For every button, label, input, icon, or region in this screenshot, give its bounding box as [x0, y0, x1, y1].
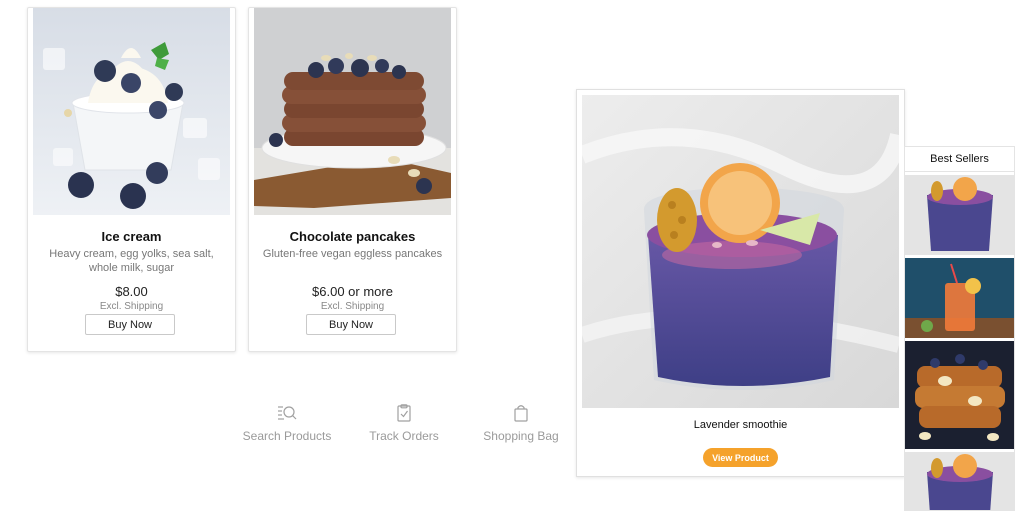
best-seller-thumb-french-toast[interactable]	[905, 341, 1014, 449]
best-sellers-panel: Best Sellers	[904, 146, 1015, 511]
product-price: $6.00 or more	[312, 284, 393, 299]
product-card-ice-cream: Ice cream Heavy cream, egg yolks, sea sa…	[27, 7, 236, 352]
product-card-chocolate-pancakes: Chocolate pancakes Gluten-free vegan egg…	[248, 7, 457, 352]
nav-label: Search Products	[242, 429, 332, 443]
shipping-note: Excl. Shipping	[320, 301, 385, 312]
view-product-button[interactable]: View Product	[703, 448, 778, 467]
buy-now-button[interactable]: Buy Now	[306, 314, 396, 335]
nav-label: Shopping Bag	[483, 429, 559, 443]
product-price: $8.00	[115, 284, 148, 299]
product-name: Ice cream	[101, 229, 162, 244]
shopping-bag-link[interactable]: Shopping Bag	[466, 404, 576, 445]
featured-product-name: Lavender smoothie	[693, 419, 788, 431]
nav-label: Track Orders	[369, 429, 439, 443]
best-seller-thumb-smoothie[interactable]	[905, 175, 1014, 255]
shopping-bag-icon	[511, 404, 531, 422]
pancakes-image[interactable]	[254, 8, 451, 215]
best-seller-thumb-smoothie[interactable]	[905, 452, 1014, 510]
search-list-icon	[277, 404, 297, 422]
ice-cream-image[interactable]	[33, 8, 230, 215]
best-sellers-title: Best Sellers	[905, 147, 1014, 172]
best-seller-thumb-drink[interactable]	[905, 258, 1014, 338]
clipboard-check-icon	[394, 404, 414, 422]
featured-product-card: Lavender smoothie View Product	[576, 89, 905, 477]
product-name: Chocolate pancakes	[289, 229, 416, 244]
buy-now-button[interactable]: Buy Now	[85, 314, 175, 335]
product-description: Heavy cream, egg yolks, sea salt, whole …	[49, 248, 214, 274]
search-products-link[interactable]: Search Products	[232, 404, 342, 445]
lavender-smoothie-image[interactable]	[582, 95, 899, 408]
track-orders-link[interactable]: Track Orders	[349, 404, 459, 445]
shipping-note: Excl. Shipping	[99, 301, 164, 312]
product-description: Gluten-free vegan eggless pancakes	[262, 248, 443, 260]
